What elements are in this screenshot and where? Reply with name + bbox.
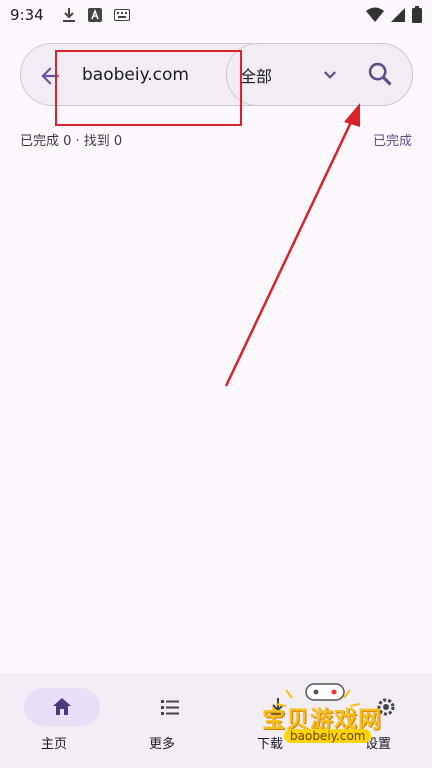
- nav-label-more: 更多: [148, 737, 175, 752]
- status-time: 9:34: [10, 6, 44, 24]
- nav-label-home: 主页: [40, 737, 67, 752]
- status-bar: 9:34: [0, 0, 432, 30]
- annotation-highlight-box: [55, 50, 242, 126]
- signal-icon: [391, 7, 405, 22]
- done-status-label: 已完成: [372, 134, 412, 149]
- list-icon: [161, 700, 179, 715]
- result-status: 已完成 0 · 找到 0: [20, 134, 123, 149]
- download-icon: [62, 8, 75, 22]
- home-icon: [53, 698, 71, 715]
- keyboard-icon: [113, 9, 130, 21]
- chevron-down-icon[interactable]: [321, 66, 339, 84]
- status-right-icons: [366, 6, 422, 23]
- scope-label: 全部: [240, 67, 273, 86]
- watermark-url: baobeiy.com: [284, 729, 372, 743]
- nav-item-more[interactable]: 更多: [112, 673, 212, 768]
- wifi-icon: [366, 7, 384, 22]
- nav-item-home[interactable]: 主页: [4, 673, 104, 768]
- search-icon[interactable]: [366, 60, 394, 88]
- text-a-icon: [87, 8, 102, 22]
- status-left-icons: [62, 7, 130, 23]
- battery-icon: [412, 6, 422, 23]
